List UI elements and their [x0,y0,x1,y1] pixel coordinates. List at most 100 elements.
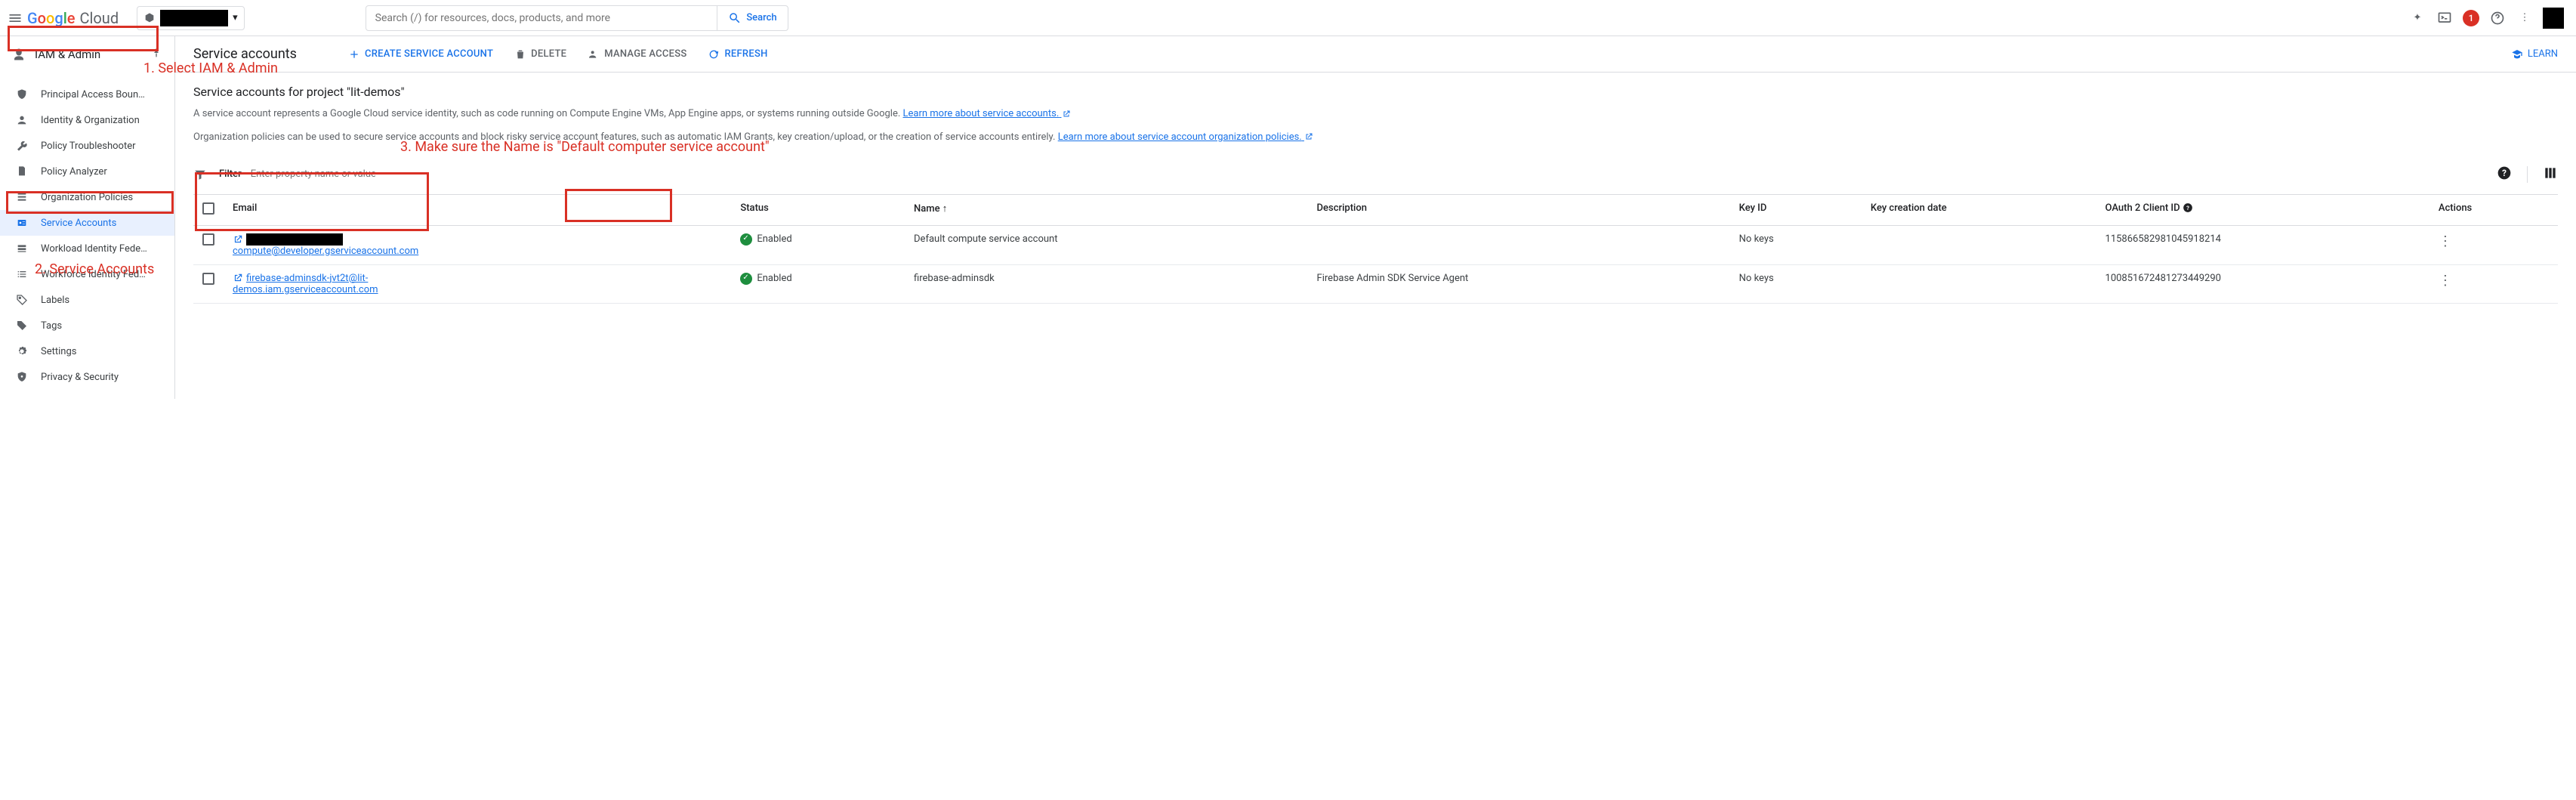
search-box[interactable]: Search [366,5,788,31]
col-actions: Actions [2429,194,2558,225]
table-header-row: Email Status Name ↑ Description Key ID K… [193,194,2558,225]
col-description[interactable]: Description [1308,194,1730,225]
gcp-logo[interactable]: Google Cloud [27,9,119,27]
refresh-button[interactable]: REFRESH [708,48,767,60]
notifications-badge[interactable]: 1 [2463,10,2479,26]
trash-icon [514,48,526,60]
search-input[interactable] [366,12,717,24]
sidebar-item-principal-access[interactable]: Principal Access Boun… [0,82,174,107]
main-content: Service accounts CREATE SERVICE ACCOUNT … [175,36,2576,399]
cell-name: firebase-adminsdk [905,264,1308,303]
plus-icon [348,48,360,60]
external-link-icon [1304,132,1313,141]
select-all-checkbox[interactable] [202,202,214,215]
manage-access-button[interactable]: MANAGE ACCESS [588,48,686,60]
avatar-redacted[interactable] [2543,8,2564,29]
status-enabled: Enabled [740,273,896,285]
create-service-account-button[interactable]: CREATE SERVICE ACCOUNT [348,48,493,60]
filter-row: Filter ? [193,158,2558,191]
sidebar-item-policy-troubleshooter[interactable]: Policy Troubleshooter [0,133,174,159]
learn-button[interactable]: LEARN [2511,48,2558,60]
cloud-shell-icon[interactable] [2436,9,2454,27]
sidebar: IAM & Admin Principal Access Boun… Ident… [0,36,175,399]
refresh-icon [708,48,720,60]
hex-icon [143,12,156,24]
row-actions-menu[interactable]: ⋮ [2439,233,2452,249]
delete-button[interactable]: DELETE [514,48,566,60]
more-vert-icon[interactable]: ⋮ [2516,9,2534,27]
sidebar-item-tags[interactable]: Tags [0,313,174,338]
table-row[interactable]: compute@developer.gserviceaccount.com En… [193,225,2558,264]
cell-keydate [1862,225,2096,264]
cell-keyid: No keys [1730,264,1862,303]
col-email[interactable]: Email [224,194,731,225]
help-circle-icon[interactable]: ? [2183,202,2193,213]
col-keyid[interactable]: Key ID [1730,194,1862,225]
search-button[interactable]: Search [717,6,787,30]
sidebar-item-settings[interactable]: Settings [0,338,174,364]
svg-text:?: ? [2186,205,2189,212]
cell-email: firebase-adminsdk-jvt2t@lit-demos.iam.gs… [224,264,731,303]
row-actions-menu[interactable]: ⋮ [2439,273,2452,289]
project-selector[interactable]: ▾ [137,6,245,30]
gemini-icon[interactable]: ✦ [2408,9,2426,27]
col-keydate[interactable]: Key creation date [1862,194,2096,225]
tag-filled-icon [15,319,29,332]
sidebar-section-header[interactable]: IAM & Admin [0,36,174,73]
column-selector-icon[interactable] [2543,165,2558,184]
email-link[interactable]: firebase-adminsdk-jvt2t@lit-demos.iam.gs… [233,273,378,295]
check-circle-icon [740,273,752,285]
privacy-icon [15,370,29,384]
subheading: Service accounts for project "lit-demos" [193,85,2558,99]
sort-arrow-up-icon: ↑ [942,203,948,215]
email-link[interactable]: compute@developer.gserviceaccount.com [233,246,418,257]
list-doc-icon [15,190,29,204]
row-checkbox[interactable] [202,273,214,285]
sidebar-item-labels[interactable]: Labels [0,287,174,313]
sidebar-item-identity-org[interactable]: Identity & Organization [0,107,174,133]
learn-more-link-1[interactable]: Learn more about service accounts. [903,108,1071,119]
table-row[interactable]: firebase-adminsdk-jvt2t@lit-demos.iam.gs… [193,264,2558,303]
shield-person-icon [15,88,29,101]
search-button-label: Search [746,12,776,23]
pin-icon[interactable] [150,47,162,62]
badge-icon [15,216,29,230]
wrench-icon [15,139,29,153]
filter-icon[interactable] [193,168,207,181]
sidebar-item-policy-analyzer[interactable]: Policy Analyzer [0,159,174,184]
search-icon [728,11,742,25]
sidebar-item-workload-identity[interactable]: Workload Identity Fede… [0,236,174,261]
cell-keyid: No keys [1730,225,1862,264]
external-link-icon [233,273,243,283]
menu-icon[interactable] [6,9,24,27]
person-plus-icon [588,48,600,60]
action-bar: Service accounts CREATE SERVICE ACCOUNT … [175,36,2576,73]
doc-search-icon [15,165,29,178]
filter-input[interactable] [251,168,2488,180]
email-redacted [246,233,343,246]
status-enabled: Enabled [740,233,896,246]
help-icon[interactable] [2488,9,2507,27]
gear-icon [15,344,29,358]
cell-keydate [1862,264,2096,303]
row-checkbox[interactable] [202,233,214,246]
help-circle-icon[interactable]: ? [2497,165,2512,184]
project-name-redacted [160,10,228,26]
col-oauth[interactable]: OAuth 2 Client ID ? [2096,194,2429,225]
col-status[interactable]: Status [731,194,905,225]
sidebar-item-workforce-identity[interactable]: Workforce Identity Fed… [0,261,174,287]
iam-admin-icon [12,48,26,61]
desc-1: A service account represents a Google Cl… [193,107,2558,122]
chevron-down-icon: ▾ [233,12,238,23]
external-link-icon [233,234,243,245]
sidebar-item-service-accounts[interactable]: Service Accounts [0,210,174,236]
col-name[interactable]: Name ↑ [905,194,1308,225]
sidebar-section-title: IAM & Admin [35,48,100,61]
learn-more-link-2[interactable]: Learn more about service account organiz… [1058,131,1313,143]
person-circle-icon [15,113,29,127]
external-link-icon [1062,110,1071,119]
cell-description [1308,225,1730,264]
sidebar-item-privacy-security[interactable]: Privacy & Security [0,364,174,390]
sidebar-item-org-policies[interactable]: Organization Policies [0,184,174,210]
workload-icon [15,242,29,255]
